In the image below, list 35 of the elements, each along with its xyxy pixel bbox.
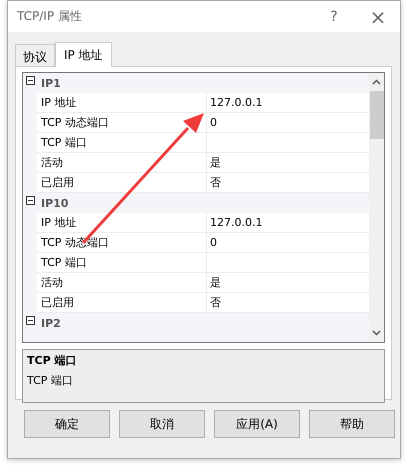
scrollbar[interactable] (369, 73, 384, 342)
close-button[interactable]: × (356, 1, 400, 32)
help-button[interactable]: ? (312, 1, 356, 32)
collapse-icon[interactable] (26, 76, 35, 85)
collapse-icon[interactable] (26, 196, 35, 205)
property-value[interactable]: 否 (210, 295, 221, 310)
property-name[interactable]: 活动 (37, 153, 207, 172)
dialog-button[interactable]: 应用(A) (214, 410, 300, 438)
collapse-icon[interactable] (26, 316, 35, 325)
tab[interactable]: IP 地址 (55, 42, 112, 67)
scroll-down-icon[interactable] (372, 330, 381, 336)
property-value[interactable]: 是 (210, 275, 221, 290)
group-name: IP2 (41, 316, 61, 330)
group-name: IP1 (41, 76, 61, 90)
property-value[interactable]: 127.0.0.1 (210, 216, 262, 229)
dialog-button[interactable]: 取消 (119, 410, 205, 438)
scroll-up-icon[interactable] (372, 79, 381, 85)
property-name[interactable]: 已启用 (37, 173, 207, 192)
property-value[interactable]: 127.0.0.1 (210, 96, 262, 109)
property-name[interactable]: IP 地址 (37, 213, 207, 232)
group-name: IP10 (41, 196, 68, 210)
description-text: TCP 端口 (27, 373, 74, 388)
scroll-thumb[interactable] (370, 91, 384, 139)
dialog-button[interactable]: 帮助 (309, 410, 395, 438)
window-title: TCP/IP 属性 (17, 8, 83, 25)
property-value[interactable]: 否 (210, 175, 221, 190)
property-value[interactable]: 0 (210, 116, 217, 129)
dialog-button[interactable]: 确定 (24, 410, 110, 438)
description-title: TCP 端口 (27, 353, 78, 368)
property-name[interactable]: IP 地址 (37, 93, 207, 112)
property-value[interactable]: 是 (210, 155, 221, 170)
property-name[interactable]: 活动 (37, 273, 207, 292)
property-value[interactable]: 0 (210, 236, 217, 249)
property-name[interactable]: 已启用 (37, 293, 207, 312)
tab[interactable]: 协议 (15, 44, 55, 66)
